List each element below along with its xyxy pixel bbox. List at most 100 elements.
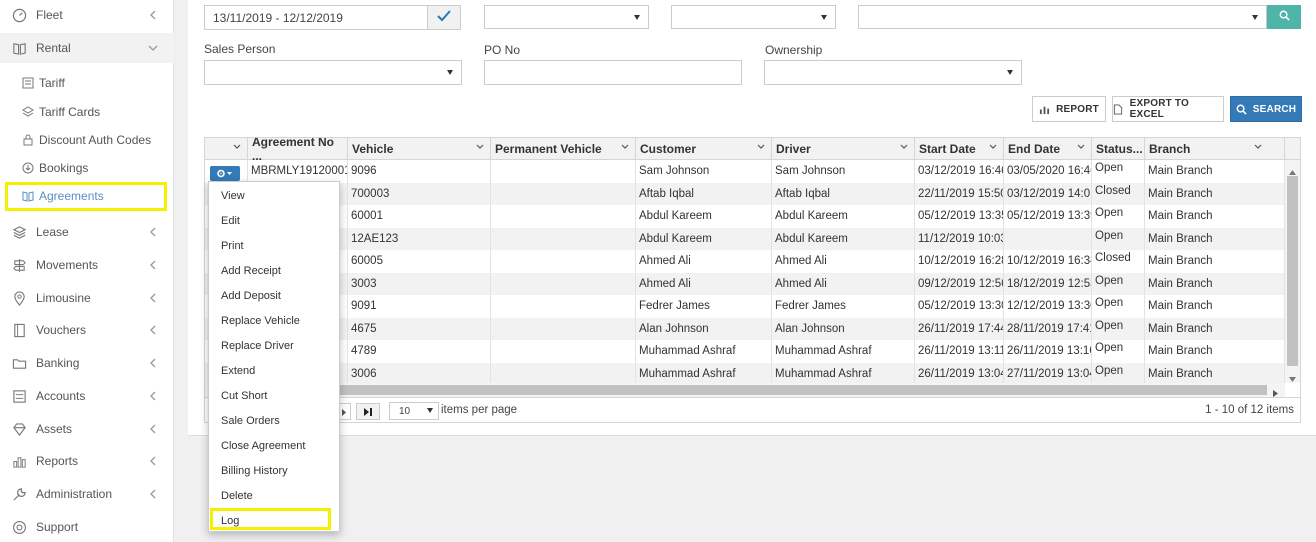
date-range-value: 13/11/2019 - 12/12/2019 [213, 10, 343, 25]
cell-end-date: 27/11/2019 13:04 [1004, 362, 1092, 385]
caret-down-icon [1252, 15, 1258, 20]
table-row[interactable]: 12AE123 Abdul Kareem Abdul Kareem 11/12/201… [205, 227, 1285, 250]
column-header-status[interactable]: Status... [1092, 138, 1145, 160]
nav-support[interactable]: Support [0, 512, 174, 542]
cell-driver: Abdul Kareem [772, 205, 915, 228]
column-label: Status... [1096, 142, 1143, 156]
nav-lease[interactable]: Lease [0, 217, 174, 247]
cell-end-date: 26/11/2019 13:16 [1004, 340, 1092, 363]
nav-label: Accounts [36, 389, 86, 403]
menu-item-view[interactable]: View [209, 183, 339, 208]
row-actions-button[interactable] [210, 166, 240, 181]
menu-item-log[interactable]: Log [209, 508, 339, 533]
nav-vouchers[interactable]: Vouchers [0, 315, 174, 345]
signpost-icon [11, 257, 27, 273]
table-row[interactable]: 9091 Fedrer James Fedrer James 05/12/2019 1… [205, 295, 1285, 318]
table-row[interactable]: 4675 Alan Johnson Alan Johnson 26/11/2019 1… [205, 317, 1285, 340]
cell-permanent-vehicle [491, 295, 636, 318]
menu-item-delete[interactable]: Delete [209, 483, 339, 508]
nav-movements[interactable]: Movements [0, 250, 174, 280]
table-row[interactable]: 60001 Abdul Kareem Abdul Kareem 05/12/2019 … [205, 205, 1285, 228]
nav-fleet[interactable]: Fleet [0, 0, 174, 30]
vertical-scrollbar[interactable] [1285, 160, 1300, 383]
apply-date-button[interactable] [427, 5, 461, 30]
column-header-branch[interactable]: Branch [1145, 138, 1285, 160]
table-row[interactable]: 4789 Muhammad Ashraf Muhammad Ashraf 26/11/… [205, 340, 1285, 363]
column-header-driver[interactable]: Driver [772, 138, 915, 160]
menu-item-billing-history[interactable]: Billing History [209, 458, 339, 483]
search-icon [1236, 104, 1247, 115]
menu-item-add-receipt[interactable]: Add Receipt [209, 258, 339, 283]
table-row[interactable]: 3003 Ahmed Ali Ahmed Ali 09/12/2019 12:56 18… [205, 272, 1285, 295]
sidebar-item-tariff[interactable]: Tariff [0, 70, 174, 96]
nav-label: Vouchers [36, 323, 87, 337]
sidebar-item-tariff-cards[interactable]: Tariff Cards [0, 99, 174, 125]
cell-customer: Abdul Kareem [636, 205, 772, 228]
menu-item-replace-vehicle[interactable]: Replace Vehicle [209, 308, 339, 333]
ownership-select[interactable] [764, 60, 1022, 85]
column-header-agreement-no[interactable]: Agreement No ... [248, 138, 348, 163]
export-excel-button[interactable]: EXPORT TO EXCEL [1112, 96, 1224, 122]
date-range-input[interactable]: 13/11/2019 - 12/12/2019 [204, 5, 428, 30]
filter-search-button[interactable] [1267, 5, 1301, 29]
cell-status: Open [1092, 160, 1145, 183]
page-size-select[interactable]: 10 [389, 402, 439, 420]
chevron-left-icon [148, 260, 158, 270]
menu-item-replace-driver[interactable]: Replace Driver [209, 333, 339, 358]
search-button[interactable]: SEARCH [1230, 96, 1302, 122]
sidebar-item-label: Bookings [39, 161, 89, 175]
cell-status: Open [1092, 295, 1145, 318]
filter-select-3[interactable] [858, 5, 1267, 29]
items-per-page-label: items per page [441, 404, 518, 416]
caret-down-icon [447, 70, 453, 75]
table-row[interactable]: 60005 Ahmed Ali Ahmed Ali 10/12/2019 16:28 1… [205, 250, 1285, 273]
po-no-input[interactable] [484, 60, 742, 85]
sidebar-item-label: Tariff Cards [39, 105, 101, 119]
menu-item-extend[interactable]: Extend [209, 358, 339, 383]
column-header-customer[interactable]: Customer [636, 138, 772, 160]
menu-item-edit[interactable]: Edit [209, 208, 339, 233]
last-page-button[interactable] [356, 403, 380, 420]
table-row[interactable]: MBRMLY19120001 9096 Sam Johnson Sam Johnson… [205, 160, 1285, 183]
menu-item-cut-short[interactable]: Cut Short [209, 383, 339, 408]
report-button[interactable]: REPORT [1032, 96, 1106, 122]
sidebar-item-discount-auth-codes[interactable]: Discount Auth Codes [0, 127, 174, 153]
cell-status: Open [1092, 272, 1145, 295]
sidebar-item-agreements[interactable]: Agreements [0, 183, 174, 209]
menu-item-add-deposit[interactable]: Add Deposit [209, 283, 339, 308]
ownership-label: Ownership [765, 43, 823, 57]
menu-item-print[interactable]: Print [209, 233, 339, 258]
menu-item-sale-orders[interactable]: Sale Orders [209, 408, 339, 433]
column-header-permanent-vehicle[interactable]: Permanent Vehicle [491, 138, 636, 160]
horizontal-scroll-thumb[interactable] [339, 385, 1267, 395]
column-actions-header[interactable] [205, 138, 248, 160]
nav-rental[interactable]: Rental [0, 33, 174, 63]
chevron-down-icon [1077, 144, 1085, 152]
cell-status: Open [1092, 362, 1145, 385]
pager-summary: 1 - 10 of 12 items [1205, 404, 1294, 416]
cell-end-date: 03/12/2019 14:01 [1004, 182, 1092, 205]
sidebar-item-bookings[interactable]: Bookings [0, 155, 174, 181]
nav-banking[interactable]: Banking [0, 348, 174, 378]
cell-status: Closed [1092, 250, 1145, 273]
scroll-down-icon[interactable] [1289, 371, 1296, 385]
column-header-vehicle[interactable]: Vehicle [348, 138, 491, 160]
column-header-end-date[interactable]: End Date [1004, 138, 1092, 160]
vertical-scroll-thumb[interactable] [1287, 176, 1298, 366]
filter-select-1[interactable] [484, 5, 649, 29]
cell-start-date: 05/12/2019 13:35 [915, 205, 1004, 228]
menu-item-close-agreement[interactable]: Close Agreement [209, 433, 339, 458]
sidebar: Fleet Rental Tariff Tariff Cards Discoun… [0, 0, 174, 542]
nav-assets[interactable]: Assets [0, 414, 174, 444]
table-row[interactable]: 700003 Aftab Iqbal Aftab Iqbal 22/11/2019 1… [205, 182, 1285, 205]
horizontal-scrollbar[interactable] [205, 383, 1285, 397]
nav-accounts[interactable]: Accounts [0, 381, 174, 411]
cell-customer: Fedrer James [636, 295, 772, 318]
nav-reports[interactable]: Reports [0, 446, 174, 476]
nav-limousine[interactable]: Limousine [0, 283, 174, 313]
nav-administration[interactable]: Administration [0, 479, 174, 509]
sales-person-select[interactable] [204, 60, 462, 85]
table-row[interactable]: 3006 Muhammad Ashraf Muhammad Ashraf 26/11/… [205, 362, 1285, 385]
filter-select-2[interactable] [671, 5, 836, 29]
column-header-start-date[interactable]: Start Date [915, 138, 1004, 160]
